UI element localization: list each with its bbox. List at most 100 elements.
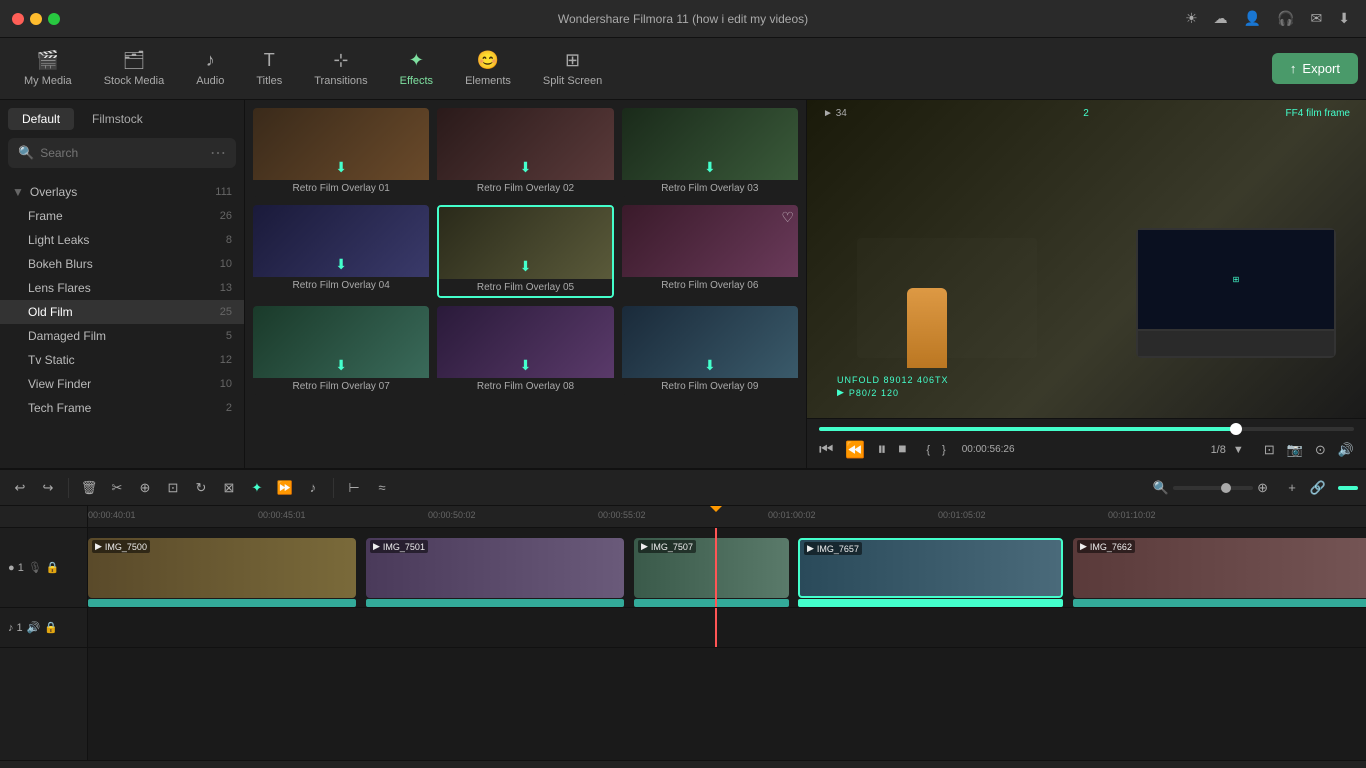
record-icon[interactable]: ⊙: [1315, 442, 1326, 458]
category-damaged-film[interactable]: Damaged Film 5: [0, 324, 244, 348]
track-header-a1: ♪ 1 🔊 🔒: [0, 608, 87, 648]
ruler-header: [0, 506, 87, 528]
category-light-leaks[interactable]: Light Leaks 8: [0, 228, 244, 252]
zoom-out-button[interactable]: 🔍: [1153, 480, 1169, 496]
clip-img7507[interactable]: ▶ IMG_7507: [634, 538, 789, 598]
effect-thumb-6: ♡: [622, 205, 798, 277]
timeline-main[interactable]: 00:00:40:01 00:00:45:01 00:00:50:02 00:0…: [88, 506, 1366, 760]
in-point-button[interactable]: {: [926, 444, 930, 456]
preview-seekbar[interactable]: [819, 427, 1354, 431]
crop-button[interactable]: ⊡: [161, 476, 185, 500]
ripple-button[interactable]: ≈: [370, 476, 394, 500]
effect-item-3[interactable]: ⬇ Retro Film Overlay 03: [622, 108, 798, 197]
snap-button[interactable]: ⊢: [342, 476, 366, 500]
tab-titles[interactable]: T Titles: [240, 44, 298, 93]
maximize-button[interactable]: [48, 13, 60, 25]
cloud-icon[interactable]: ☁: [1214, 10, 1228, 27]
category-frame[interactable]: Frame 26: [0, 204, 244, 228]
category-bokeh-blurs[interactable]: Bokeh Blurs 10: [0, 252, 244, 276]
copy-button[interactable]: ⊕: [133, 476, 157, 500]
brand-overlay: UNFOLD 89012 406TX ▶ P80/2 120: [837, 375, 949, 398]
tab-my-media[interactable]: 🎬 My Media: [8, 44, 88, 93]
effect-item-6[interactable]: ♡ Retro Film Overlay 06: [622, 205, 798, 298]
tab-elements[interactable]: 😊 Elements: [449, 44, 527, 93]
headphone-icon[interactable]: 🎧: [1277, 10, 1294, 27]
timeline-scrollbar[interactable]: [0, 760, 1366, 768]
category-view-finder[interactable]: View Finder 10: [0, 372, 244, 396]
effect-item-9[interactable]: ⬇ Retro Film Overlay 09: [622, 306, 798, 395]
out-point-button[interactable]: }: [942, 444, 946, 456]
export-icon: ↑: [1290, 61, 1297, 76]
add-track-button[interactable]: +: [1280, 476, 1304, 500]
tab-default[interactable]: Default: [8, 108, 74, 130]
export-button[interactable]: ↑ Export: [1272, 53, 1358, 84]
clip-img7501[interactable]: ▶ IMG_7501: [366, 538, 624, 598]
download-icon[interactable]: ⬇: [1338, 10, 1350, 27]
track-a1-vol-icon: 🔊: [27, 621, 41, 634]
effect-item-8[interactable]: ⬇ Retro Film Overlay 08: [437, 306, 613, 395]
seekbar-progress: [819, 427, 1236, 431]
effect-item-5[interactable]: ⬇ Retro Film Overlay 05: [437, 205, 613, 298]
category-tv-static[interactable]: Tv Static 12: [0, 348, 244, 372]
mail-icon[interactable]: ✉: [1311, 10, 1323, 27]
category-overlays[interactable]: ▼ Overlays 111: [0, 180, 244, 204]
effect-item-4[interactable]: ⬇ Retro Film Overlay 04: [253, 205, 429, 298]
close-button[interactable]: [12, 13, 24, 25]
tab-audio[interactable]: ♪ Audio: [180, 44, 240, 93]
redo-button[interactable]: ↪: [36, 476, 60, 500]
timeline-track-headers: ● 1 🎙 🔒 ♪ 1 🔊 🔒: [0, 506, 88, 760]
transitions-icon: ⊹: [333, 50, 348, 71]
tab-split-screen[interactable]: ⊞ Split Screen: [527, 44, 618, 93]
stop-button[interactable]: ⏹: [898, 441, 906, 459]
title-bar-actions: ☀ ☁ 👤 🎧 ✉ ⬇: [1185, 10, 1366, 27]
app-title: Wondershare Filmora 11 (how i edit my vi…: [558, 12, 808, 26]
tab-stock-media[interactable]: 🗂 Stock Media: [88, 44, 181, 93]
tab-filmstock[interactable]: Filmstock: [78, 108, 157, 130]
snapshot-icon[interactable]: 📷: [1287, 442, 1303, 458]
effect-item-2[interactable]: ⬇ Retro Film Overlay 02: [437, 108, 613, 197]
playhead-audio: [715, 608, 717, 647]
tab-effects[interactable]: ✦ Effects: [384, 44, 449, 93]
more-button[interactable]: ⋯: [210, 143, 226, 163]
delete-button[interactable]: 🗑: [77, 476, 101, 500]
effect-item-1[interactable]: ⬇ Retro Film Overlay 01: [253, 108, 429, 197]
zoom-slider[interactable]: [1173, 486, 1253, 490]
effect-item-7[interactable]: ⬇ Retro Film Overlay 07: [253, 306, 429, 395]
fullscreen-icon[interactable]: ⊡: [1264, 442, 1275, 458]
link-button[interactable]: 🔗: [1306, 476, 1330, 500]
effects-icon: ✦: [409, 50, 424, 71]
clip-label-7657: ▶ IMG_7657: [804, 542, 862, 555]
green-bar-5: [1073, 599, 1366, 607]
category-old-film[interactable]: Old Film 25: [0, 300, 244, 324]
effect-thumb-9: ⬇: [622, 306, 798, 378]
preview-panel: ► 34 2 FF4 film frame ⊞ UNFOLD 89012 406…: [806, 100, 1366, 468]
effect-thumb-4: ⬇: [253, 205, 429, 277]
clip-img7500[interactable]: ▶ IMG_7500: [88, 538, 356, 598]
step-back-button[interactable]: ⏪: [845, 440, 865, 460]
category-tech-frame[interactable]: Tech Frame 2: [0, 396, 244, 420]
expand-icon: ▼: [12, 185, 24, 199]
clip-img7657[interactable]: ▶ IMG_7657: [798, 538, 1063, 598]
audio-tool-button[interactable]: ♪: [301, 476, 325, 500]
cut-button[interactable]: ✂: [105, 476, 129, 500]
clip-img7662[interactable]: ▶ IMG_7662: [1073, 538, 1366, 598]
effect-label-7: Retro Film Overlay 07: [253, 378, 429, 395]
category-lens-flares[interactable]: Lens Flares 13: [0, 276, 244, 300]
pause-button[interactable]: ⏸: [877, 439, 886, 460]
zoom-in-button[interactable]: ⊕: [1257, 480, 1268, 496]
speed-button[interactable]: ⏩: [273, 476, 297, 500]
minimize-button[interactable]: [30, 13, 42, 25]
ruler-mark-4: 00:01:00:02: [768, 510, 816, 520]
user-icon[interactable]: 👤: [1244, 10, 1261, 27]
laptop-shape: ⊞: [1136, 228, 1336, 358]
transform-button[interactable]: ⊠: [217, 476, 241, 500]
volume-icon[interactable]: 🔊: [1338, 442, 1354, 458]
tab-transitions[interactable]: ⊹ Transitions: [298, 44, 383, 93]
undo-button[interactable]: ↩: [8, 476, 32, 500]
rotate-button[interactable]: ↻: [189, 476, 213, 500]
search-input[interactable]: [40, 146, 204, 160]
sun-icon[interactable]: ☀: [1185, 10, 1198, 27]
effects-tool-button[interactable]: ✦: [245, 476, 269, 500]
preview-controls: ⏮ ⏪ ⏸ ⏹ { } 00:00:56:26 1/8 ▼ ⊡ 📷 ⊙ 🔊: [807, 418, 1366, 468]
skip-back-button[interactable]: ⏮: [819, 441, 833, 459]
